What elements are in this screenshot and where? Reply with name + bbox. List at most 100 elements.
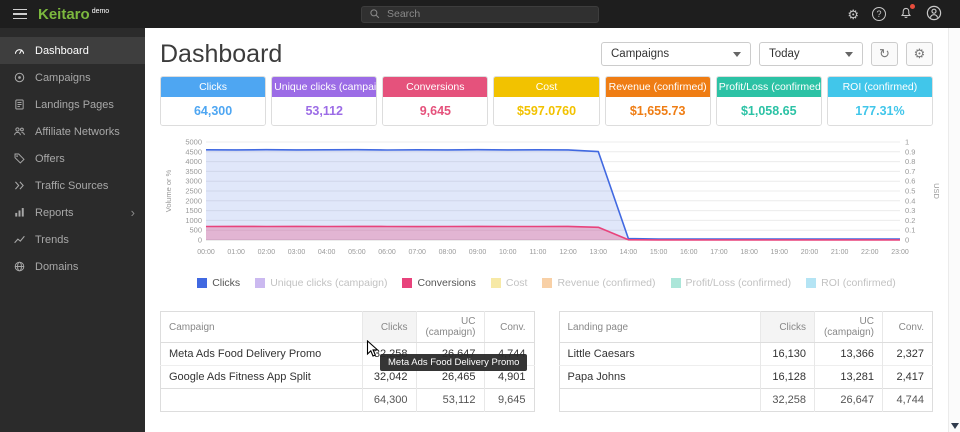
svg-text:USD: USD	[932, 183, 941, 199]
svg-text:14:00: 14:00	[620, 249, 638, 256]
sidebar-item-domains[interactable]: Domains	[0, 253, 145, 280]
help-icon[interactable]: ?	[872, 7, 886, 21]
metric-label: Revenue (confirmed)	[606, 77, 710, 97]
metric-label: Conversions	[383, 77, 487, 97]
landing-pages-table: Landing page Clicks UC (campaign) Conv. …	[559, 311, 934, 412]
traffic-chart-svg: 005000.110000.215000.320000.425000.53000…	[160, 136, 944, 264]
metric-label: Profit/Loss (confirmed)	[717, 77, 821, 97]
legend-item-roi[interactable]: ROI (confirmed)	[806, 277, 896, 289]
svg-text:06:00: 06:00	[378, 249, 396, 256]
svg-text:23:00: 23:00	[891, 249, 909, 256]
svg-text:17:00: 17:00	[710, 249, 728, 256]
svg-text:10:00: 10:00	[499, 249, 517, 256]
svg-text:0.7: 0.7	[905, 167, 915, 176]
metric-label: Cost	[494, 77, 598, 97]
sidebar-item-dashboard[interactable]: Dashboard	[0, 37, 145, 64]
table-row[interactable]: Little Caesars 16,130 13,366 2,327	[559, 343, 933, 366]
legend-swatch	[491, 278, 501, 288]
svg-text:5000: 5000	[185, 138, 202, 147]
legend-item-profit-loss[interactable]: Profit/Loss (confirmed)	[671, 277, 792, 289]
sidebar-item-reports[interactable]: Reports ›	[0, 199, 145, 226]
menu-toggle-icon[interactable]	[0, 9, 27, 20]
svg-text:3500: 3500	[185, 167, 202, 176]
metric-value: 177.31%	[828, 97, 932, 125]
svg-text:0.8: 0.8	[905, 157, 915, 166]
domains-globe-icon	[13, 260, 26, 273]
dashboard-gauge-icon	[13, 44, 26, 57]
column-header-conv[interactable]: Conv.	[484, 312, 534, 343]
landing-name[interactable]: Little Caesars	[559, 343, 761, 366]
sidebar-item-offers[interactable]: Offers	[0, 145, 145, 172]
offers-tag-icon	[13, 152, 26, 165]
metric-value: $597.0760	[494, 97, 598, 125]
metric-label: ROI (confirmed)	[828, 77, 932, 97]
landing-name[interactable]: Papa Johns	[559, 366, 761, 389]
chevron-down-icon	[845, 52, 853, 57]
date-range-select[interactable]: Today	[759, 42, 863, 66]
scroll-down-arrow[interactable]	[951, 423, 959, 429]
svg-text:2500: 2500	[185, 187, 202, 196]
scrollbar[interactable]	[948, 28, 960, 432]
search-input[interactable]	[387, 8, 591, 20]
metric-value: $1,058.65	[717, 97, 821, 125]
legend-item-cost[interactable]: Cost	[491, 277, 528, 289]
sidebar-item-label: Traffic Sources	[35, 180, 108, 192]
svg-text:0.1: 0.1	[905, 226, 915, 235]
app-logo: Keitarodemo	[38, 6, 109, 23]
campaign-name[interactable]: Meta Ads Food Delivery Promo	[161, 343, 363, 366]
svg-text:0: 0	[198, 236, 202, 245]
settings-gear-icon[interactable]: ⚙	[847, 8, 859, 21]
svg-text:22:00: 22:00	[861, 249, 879, 256]
column-header-landing-page[interactable]: Landing page	[559, 312, 761, 343]
column-header-uc[interactable]: UC (campaign)	[416, 312, 484, 343]
global-search[interactable]	[361, 6, 599, 23]
campaigns-target-icon	[13, 71, 26, 84]
sidebar-item-label: Campaigns	[35, 72, 91, 84]
svg-text:1500: 1500	[185, 206, 202, 215]
svg-text:0.5: 0.5	[905, 187, 915, 196]
table-row[interactable]: Papa Johns 16,128 13,281 2,417	[559, 366, 933, 389]
campaigns-filter-value: Campaigns	[611, 48, 669, 60]
svg-text:13:00: 13:00	[589, 249, 607, 256]
svg-text:16:00: 16:00	[680, 249, 698, 256]
svg-text:Volume or %: Volume or %	[164, 169, 173, 212]
svg-text:0.4: 0.4	[905, 196, 915, 205]
dashboard-settings-button[interactable]: ⚙	[906, 42, 933, 66]
legend-item-clicks[interactable]: Clicks	[197, 277, 240, 289]
affiliate-networks-people-icon	[13, 125, 26, 138]
sidebar-item-landings-pages[interactable]: Landings Pages	[0, 91, 145, 118]
sidebar-item-label: Domains	[35, 261, 78, 273]
column-header-clicks[interactable]: Clicks	[362, 312, 416, 343]
svg-text:19:00: 19:00	[771, 249, 789, 256]
campaigns-filter-select[interactable]: Campaigns	[601, 42, 751, 66]
notifications-bell-icon[interactable]	[899, 6, 913, 23]
sidebar-item-affiliate-networks[interactable]: Affiliate Networks	[0, 118, 145, 145]
metric-value: 64,300	[161, 97, 265, 125]
svg-text:11:00: 11:00	[529, 249, 546, 256]
column-header-campaign[interactable]: Campaign	[161, 312, 363, 343]
svg-text:12:00: 12:00	[559, 249, 577, 256]
page-title: Dashboard	[160, 40, 282, 69]
sidebar-item-trends[interactable]: Trends	[0, 226, 145, 253]
sidebar-item-campaigns[interactable]: Campaigns	[0, 64, 145, 91]
legend-swatch	[671, 278, 681, 288]
totals-row: 32,258 26,647 4,744	[559, 389, 933, 412]
column-header-clicks[interactable]: Clicks	[761, 312, 815, 343]
column-header-conv[interactable]: Conv.	[883, 312, 933, 343]
search-icon	[369, 8, 381, 20]
svg-text:02:00: 02:00	[258, 249, 276, 256]
user-avatar-icon[interactable]	[926, 5, 942, 23]
legend-item-revenue[interactable]: Revenue (confirmed)	[542, 277, 655, 289]
column-header-uc[interactable]: UC (campaign)	[815, 312, 883, 343]
metric-card-clicks: Clicks 64,300	[160, 76, 266, 126]
sidebar-item-traffic-sources[interactable]: Traffic Sources	[0, 172, 145, 199]
traffic-chart[interactable]: 005000.110000.215000.320000.425000.53000…	[160, 136, 933, 269]
topbar: Keitarodemo ⚙ ?	[0, 0, 960, 28]
campaign-name[interactable]: Google Ads Fitness App Split	[161, 366, 363, 389]
svg-text:4500: 4500	[185, 147, 202, 156]
svg-text:04:00: 04:00	[318, 249, 336, 256]
legend-item-unique-clicks[interactable]: Unique clicks (campaign)	[255, 277, 387, 289]
refresh-button[interactable]: ↻	[871, 42, 898, 66]
legend-item-conversions[interactable]: Conversions	[402, 277, 475, 289]
legend-swatch	[197, 278, 207, 288]
